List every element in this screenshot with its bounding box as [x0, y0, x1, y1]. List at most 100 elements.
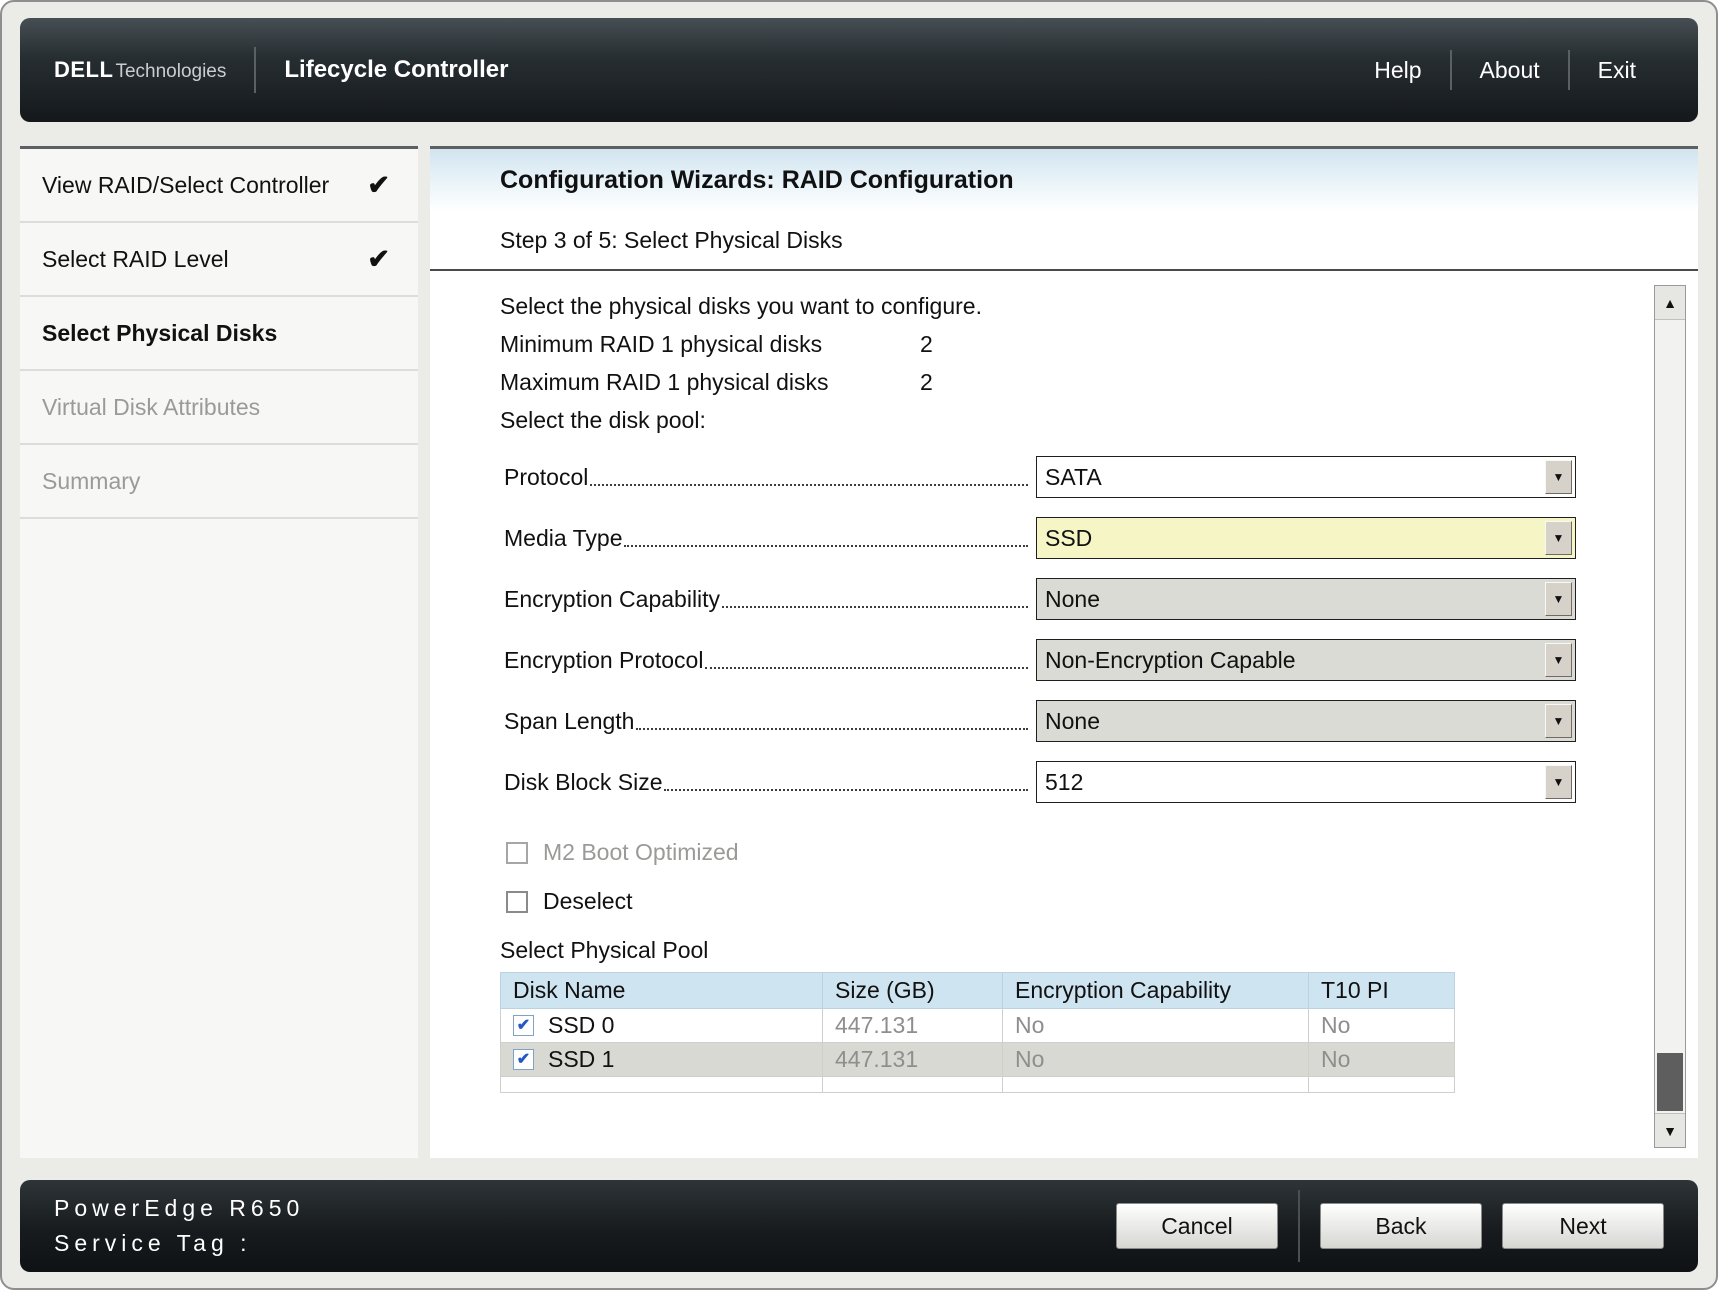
protocol-label: Protocol	[504, 464, 588, 491]
checkmark-icon: ✔	[367, 170, 390, 201]
media-type-label-wrap: Media Type	[504, 525, 1036, 552]
disk-name-header: Disk Name	[501, 973, 823, 1009]
deselect-label: Deselect	[543, 888, 632, 915]
sidebar-step-view-raid-select-controller[interactable]: View RAID/Select Controller ✔	[20, 149, 418, 223]
vertical-scrollbar[interactable]: ▲ ▼	[1654, 285, 1686, 1148]
table-row-ssd0: ✔ SSD 0 447.131 No No	[501, 1009, 1455, 1043]
max-disks-row: Maximum RAID 1 physical disks 2	[500, 369, 1608, 396]
dell-logo-text: DELL	[54, 57, 113, 83]
disk-block-size-dropdown[interactable]: 512 ▼	[1036, 761, 1576, 803]
step-progress-label: Step 3 of 5: Select Physical Disks	[430, 211, 1698, 271]
ssd1-checkbox[interactable]: ✔	[513, 1049, 534, 1070]
cancel-button[interactable]: Cancel	[1116, 1203, 1278, 1249]
empty-cell	[1003, 1077, 1309, 1093]
sidebar-step-select-raid-level[interactable]: Select RAID Level ✔	[20, 223, 418, 297]
header-menu: Help About Exit	[1346, 50, 1664, 90]
help-link[interactable]: Help	[1346, 57, 1449, 84]
disk-block-size-label-wrap: Disk Block Size	[504, 769, 1036, 796]
m2-boot-optimized-label: M2 Boot Optimized	[543, 839, 739, 866]
dropdown-arrow-icon[interactable]: ▼	[1545, 521, 1572, 555]
disk-name: SSD 0	[548, 1012, 614, 1039]
table-row-ssd1: ✔ SSD 1 447.131 No No	[501, 1043, 1455, 1077]
dropdown-arrow-icon[interactable]: ▼	[1545, 643, 1572, 677]
scroll-down-button[interactable]: ▼	[1655, 1113, 1685, 1147]
lifecycle-controller-window: DELL Technologies Lifecycle Controller H…	[0, 0, 1718, 1290]
disk-block-size-value: 512	[1037, 762, 1542, 802]
protocol-label-wrap: Protocol	[504, 464, 1036, 491]
protocol-dropdown[interactable]: SATA ▼	[1036, 456, 1576, 498]
media-type-label: Media Type	[504, 525, 622, 552]
disk-name-cell: ✔ SSD 1	[501, 1043, 823, 1077]
min-disks-label: Minimum RAID 1 physical disks	[500, 331, 920, 358]
disk-block-size-label: Disk Block Size	[504, 769, 662, 796]
span-length-label: Span Length	[504, 708, 634, 735]
header-divider	[254, 47, 256, 93]
ssd0-checkbox[interactable]: ✔	[513, 1015, 534, 1036]
step-label: Summary	[42, 468, 140, 495]
dropdown-arrow-icon[interactable]: ▼	[1545, 460, 1572, 494]
m2-boot-optimized-checkbox	[506, 842, 528, 864]
deselect-checkbox[interactable]	[506, 891, 528, 913]
encryption-capability-dropdown[interactable]: None ▼	[1036, 578, 1576, 620]
dot-leader	[636, 728, 1028, 730]
encryption-capability-label: Encryption Capability	[504, 586, 720, 613]
wizard-steps-sidebar: View RAID/Select Controller ✔ Select RAI…	[20, 146, 418, 1158]
system-info: PowerEdge R650 Service Tag :	[54, 1191, 304, 1261]
back-button[interactable]: Back	[1320, 1203, 1482, 1249]
checkmark-icon: ✔	[367, 244, 390, 275]
disk-size-cell: 447.131	[823, 1043, 1003, 1077]
disk-encryption-cell: No	[1003, 1043, 1309, 1077]
service-tag-label: Service Tag :	[54, 1226, 304, 1261]
exit-link[interactable]: Exit	[1570, 57, 1664, 84]
disk-size-cell: 447.131	[823, 1009, 1003, 1043]
dropdown-arrow-icon[interactable]: ▼	[1545, 765, 1572, 799]
encryption-protocol-dropdown[interactable]: Non-Encryption Capable ▼	[1036, 639, 1576, 681]
disk-name-cell: ✔ SSD 0	[501, 1009, 823, 1043]
step-label: Virtual Disk Attributes	[42, 394, 260, 421]
span-length-value: None	[1037, 701, 1542, 741]
dell-technologies-logo: DELL Technologies	[54, 57, 226, 83]
content-region: View RAID/Select Controller ✔ Select RAI…	[20, 146, 1698, 1158]
scrollbar-track[interactable]	[1655, 320, 1685, 1113]
deselect-row: Deselect	[506, 888, 1608, 915]
disk-t10-cell: No	[1309, 1043, 1455, 1077]
scroll-down-icon: ▼	[1663, 1123, 1677, 1139]
empty-cell	[823, 1077, 1003, 1093]
footer-divider	[1298, 1190, 1300, 1262]
bottom-status-bar: PowerEdge R650 Service Tag : Cancel Back…	[20, 1180, 1698, 1272]
about-link[interactable]: About	[1452, 57, 1568, 84]
dropdown-arrow-icon[interactable]: ▼	[1545, 582, 1572, 616]
sidebar-step-select-physical-disks[interactable]: Select Physical Disks	[20, 297, 418, 371]
next-button[interactable]: Next	[1502, 1203, 1664, 1249]
encryption-capability-label-wrap: Encryption Capability	[504, 586, 1036, 613]
dropdown-arrow-icon[interactable]: ▼	[1545, 704, 1572, 738]
wizard-main-panel: Configuration Wizards: RAID Configuratio…	[430, 146, 1698, 1158]
min-disks-value: 2	[920, 331, 933, 358]
protocol-value: SATA	[1037, 457, 1542, 497]
scrollbar-thumb[interactable]	[1657, 1053, 1683, 1111]
table-header-row: Disk Name Size (GB) Encryption Capabilit…	[501, 973, 1455, 1009]
disk-encryption-cell: No	[1003, 1009, 1309, 1043]
checkbox-section: M2 Boot Optimized Deselect	[500, 839, 1608, 915]
disk-pool-label: Select the disk pool:	[500, 407, 1608, 434]
step-label: View RAID/Select Controller	[42, 172, 329, 199]
empty-cell	[501, 1077, 823, 1093]
scroll-up-button[interactable]: ▲	[1655, 286, 1685, 320]
span-length-field-row: Span Length None ▼	[504, 700, 1608, 742]
media-type-dropdown[interactable]: SSD ▼	[1036, 517, 1576, 559]
size-header: Size (GB)	[823, 973, 1003, 1009]
protocol-field-row: Protocol SATA ▼	[504, 456, 1608, 498]
encryption-protocol-label: Encryption Protocol	[504, 647, 703, 674]
dot-leader	[624, 545, 1028, 547]
t10-pi-header: T10 PI	[1309, 973, 1455, 1009]
physical-disk-table: Disk Name Size (GB) Encryption Capabilit…	[500, 972, 1455, 1093]
wizard-content: Select the physical disks you want to co…	[430, 271, 1698, 1158]
max-disks-label: Maximum RAID 1 physical disks	[500, 369, 920, 396]
sidebar-step-summary: Summary	[20, 445, 418, 519]
technologies-logo-text: Technologies	[115, 61, 226, 83]
dot-leader	[722, 606, 1028, 608]
span-length-dropdown[interactable]: None ▼	[1036, 700, 1576, 742]
step-label: Select Physical Disks	[42, 320, 277, 347]
encryption-capability-header: Encryption Capability	[1003, 973, 1309, 1009]
dot-leader	[590, 484, 1028, 486]
